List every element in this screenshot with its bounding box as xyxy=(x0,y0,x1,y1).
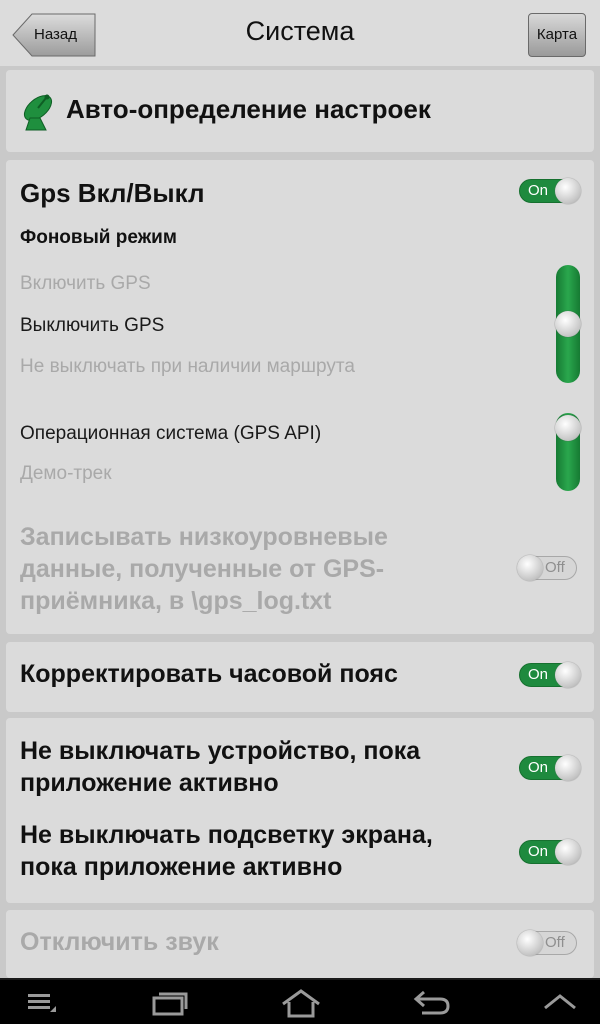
sound-card: Отключить звук Off xyxy=(6,910,594,978)
background-option-keep-route[interactable]: Не выключать при наличии маршрута xyxy=(20,356,355,378)
header-bar: Назад Система Карта xyxy=(0,0,600,66)
auto-detect-label: Авто-определение настроек xyxy=(66,94,431,124)
keep-device-on-line-1: Не выключать устройство, пока xyxy=(20,737,421,765)
back-button-label: Назад xyxy=(34,26,77,43)
gps-toggle[interactable]: On xyxy=(519,178,581,204)
page-title: Система xyxy=(245,16,355,46)
background-option-disable[interactable]: Выключить GPS xyxy=(20,315,164,337)
gps-log-label-line-3: приёмника, в \gps_log.txt xyxy=(20,587,332,615)
satellite-dish-icon xyxy=(23,94,53,131)
source-option-os[interactable]: Операционная система (GPS API) xyxy=(20,423,321,445)
recent-apps-icon[interactable] xyxy=(150,988,190,1018)
gps-toggle-label: Gps Вкл/Выкл xyxy=(20,178,205,208)
gps-log-label-line-1: Записывать низкоуровневые xyxy=(20,523,388,551)
app-screen: Назад Система Карта Авто-определение нас… xyxy=(0,0,600,1024)
power-card: Не выключать устройство, пока приложение… xyxy=(6,718,594,903)
home-icon[interactable] xyxy=(280,988,322,1018)
menu-icon[interactable] xyxy=(26,988,58,1016)
gps-toggle-state: On xyxy=(528,182,549,199)
gps-log-label-line-2: данные, полученные от GPS- xyxy=(20,555,385,583)
gps-log-toggle-knob xyxy=(517,555,543,581)
back-button[interactable]: Назад xyxy=(12,13,96,57)
keep-backlight-on-toggle-state: On xyxy=(528,843,549,860)
keep-backlight-on-line-1: Не выключать подсветку экрана, xyxy=(20,821,433,849)
gps-settings-card: Gps Вкл/Выкл On Фоновый режим Включить G… xyxy=(6,160,594,634)
keep-device-on-toggle-knob xyxy=(555,755,581,781)
map-button[interactable]: Карта xyxy=(528,13,586,57)
mute-sound-toggle[interactable]: Off xyxy=(517,930,579,956)
gps-toggle-knob xyxy=(555,178,581,204)
keep-backlight-on-label: Не выключать подсветку экрана, пока прил… xyxy=(20,819,433,883)
keep-device-on-toggle[interactable]: On xyxy=(519,755,581,781)
timezone-toggle-knob xyxy=(555,662,581,688)
mute-sound-toggle-state: Off xyxy=(545,934,565,951)
keep-device-on-line-2: приложение активно xyxy=(20,769,279,797)
gps-source-slider-knob[interactable] xyxy=(555,415,581,441)
background-option-enable[interactable]: Включить GPS xyxy=(20,273,151,295)
timezone-card: Корректировать часовой пояс On xyxy=(6,642,594,712)
keep-device-on-label: Не выключать устройство, пока приложение… xyxy=(20,735,420,799)
keep-backlight-on-toggle[interactable]: On xyxy=(519,839,581,865)
gps-log-toggle-state: Off xyxy=(545,559,565,576)
auto-detect-item[interactable]: Авто-определение настроек xyxy=(6,70,594,152)
chevron-up-icon[interactable] xyxy=(542,988,578,1014)
background-mode-slider-knob[interactable] xyxy=(555,311,581,337)
mute-sound-label: Отключить звук xyxy=(20,928,219,956)
keep-backlight-on-toggle-knob xyxy=(555,839,581,865)
gps-log-label: Записывать низкоуровневые данные, получе… xyxy=(20,521,388,617)
timezone-toggle-state: On xyxy=(528,666,549,683)
timezone-toggle[interactable]: On xyxy=(519,662,581,688)
mute-sound-toggle-knob xyxy=(517,930,543,956)
background-mode-slider[interactable] xyxy=(555,265,581,383)
gps-log-toggle[interactable]: Off xyxy=(517,555,579,581)
gps-source-slider[interactable] xyxy=(555,413,581,491)
background-mode-label: Фоновый режим xyxy=(20,227,177,248)
system-nav-bar xyxy=(0,978,600,1024)
back-icon[interactable] xyxy=(412,988,452,1018)
source-option-demo[interactable]: Демо-трек xyxy=(20,463,112,485)
keep-backlight-on-line-2: пока приложение активно xyxy=(20,853,343,881)
timezone-label: Корректировать часовой пояс xyxy=(20,660,398,688)
keep-device-on-toggle-state: On xyxy=(528,759,549,776)
